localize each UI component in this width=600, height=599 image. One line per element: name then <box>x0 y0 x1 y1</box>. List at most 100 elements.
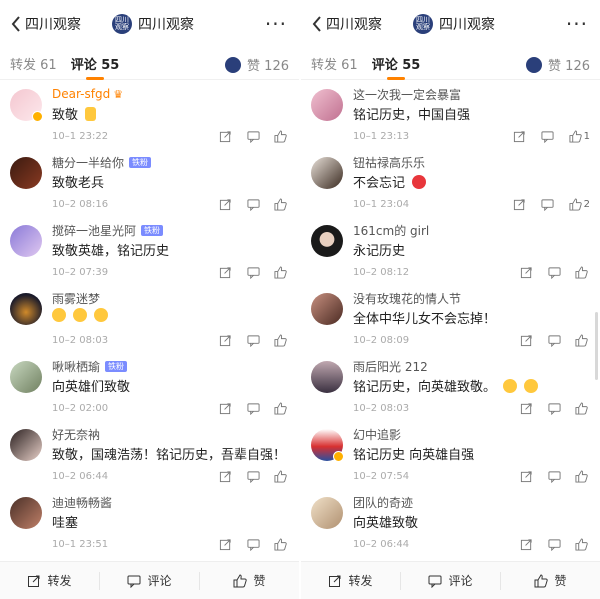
comment-username[interactable]: 雨后阳光 212 <box>353 358 428 375</box>
like-button[interactable] <box>575 537 590 551</box>
comment-text: 铭记历史 向英雄自强 <box>353 448 475 463</box>
avatar[interactable] <box>10 157 42 189</box>
avatar[interactable] <box>311 293 343 325</box>
share-icon[interactable] <box>519 469 533 483</box>
share-icon[interactable] <box>218 197 232 211</box>
comment-username[interactable]: 糖分一半给你 <box>52 154 124 171</box>
reply-icon[interactable] <box>246 537 260 551</box>
likes-count: 赞 126 <box>548 59 590 74</box>
like-button[interactable] <box>274 265 289 279</box>
scrollbar[interactable] <box>595 312 598 380</box>
avatar[interactable] <box>10 429 42 461</box>
account-name: 四川观察 <box>439 17 495 33</box>
comment-username[interactable]: Dear-sfgd <box>52 87 110 101</box>
comment-username[interactable]: 这一次我一定会暴富 <box>353 86 461 103</box>
back-button[interactable]: 四川观察 <box>311 14 382 34</box>
comment-username[interactable]: 啾啾栖瑜 <box>52 358 100 375</box>
likes-tab[interactable]: 赞 126 <box>225 55 289 74</box>
repost-button[interactable]: 转发 <box>0 572 99 589</box>
avatar[interactable] <box>311 497 343 529</box>
share-icon[interactable] <box>218 265 232 279</box>
like-count: 2 <box>583 198 590 210</box>
thumbs-up-icon <box>575 401 588 415</box>
avatar[interactable] <box>10 361 42 393</box>
like-button[interactable] <box>575 469 590 483</box>
comment-username[interactable]: 雨雾迷梦 <box>52 290 100 307</box>
like-button[interactable] <box>575 265 590 279</box>
share-icon[interactable] <box>513 129 527 143</box>
reply-icon[interactable] <box>246 265 260 279</box>
comment-username[interactable]: 幻中追影 <box>353 426 401 443</box>
thumbs-up-icon <box>569 197 582 211</box>
reply-icon[interactable] <box>246 197 260 211</box>
reply-icon[interactable] <box>246 333 260 347</box>
comment-list: 这一次我一定会暴富 铭记历史，中国自强 10–1 23:13 1 钮祜禄高乐乐 … <box>301 81 600 557</box>
reply-icon[interactable] <box>547 537 561 551</box>
avatar[interactable] <box>10 497 42 529</box>
reply-icon[interactable] <box>246 401 260 415</box>
comment-time: 10–2 06:44 <box>353 539 410 550</box>
share-icon[interactable] <box>218 333 232 347</box>
reply-icon[interactable] <box>541 129 555 143</box>
share-icon[interactable] <box>519 265 533 279</box>
like-button[interactable]: 赞 <box>501 572 600 589</box>
avatar[interactable] <box>311 225 343 257</box>
like-button[interactable] <box>575 401 590 415</box>
reply-icon[interactable] <box>547 265 561 279</box>
fan-badge: 铁粉 <box>129 156 152 168</box>
avatar[interactable] <box>10 225 42 257</box>
comment-username[interactable]: 钮祜禄高乐乐 <box>353 154 425 171</box>
share-icon[interactable] <box>218 129 232 143</box>
comment-username[interactable]: 161cm的 girl <box>353 222 429 239</box>
back-button[interactable]: 四川观察 <box>10 14 81 34</box>
comment-icon <box>127 575 141 588</box>
like-button[interactable] <box>274 537 289 551</box>
tab-comment[interactable]: 评论 55 <box>372 54 420 80</box>
like-button[interactable] <box>274 129 289 143</box>
share-icon[interactable] <box>218 469 232 483</box>
share-icon[interactable] <box>519 401 533 415</box>
reply-icon[interactable] <box>547 401 561 415</box>
comment-actions <box>505 333 590 347</box>
share-icon[interactable] <box>519 537 533 551</box>
reply-icon[interactable] <box>246 469 260 483</box>
comment-username[interactable]: 团队的奇迹 <box>353 494 413 511</box>
like-button[interactable] <box>274 333 289 347</box>
reply-icon[interactable] <box>547 469 561 483</box>
avatar[interactable] <box>311 361 343 393</box>
comment-username[interactable]: 没有玫瑰花的情人节 <box>353 290 461 307</box>
share-icon[interactable] <box>218 401 232 415</box>
repost-button[interactable]: 转发 <box>301 572 400 589</box>
reply-icon[interactable] <box>541 197 555 211</box>
account-header[interactable]: 四川观察 四川观察 <box>112 14 194 34</box>
like-button[interactable] <box>274 469 289 483</box>
account-avatar-icon <box>225 56 242 73</box>
comment-button[interactable]: 评论 <box>400 571 501 590</box>
comment-username[interactable]: 好无奈衲 <box>52 426 100 443</box>
avatar[interactable] <box>311 157 343 189</box>
reply-icon[interactable] <box>547 333 561 347</box>
tab-repost[interactable]: 转发 61 <box>10 54 57 73</box>
share-icon[interactable] <box>218 537 232 551</box>
top-bar: 四川观察 四川观察 四川观察 ··· <box>0 0 299 48</box>
avatar[interactable] <box>311 89 343 121</box>
comment-username[interactable]: 迪迪畅畅酱 <box>52 494 112 511</box>
tab-repost[interactable]: 转发 61 <box>311 54 358 73</box>
comment-button[interactable]: 评论 <box>99 571 200 590</box>
reply-icon[interactable] <box>246 129 260 143</box>
like-button[interactable]: 2 <box>569 197 590 211</box>
like-button[interactable]: 1 <box>569 129 590 143</box>
more-menu-button[interactable]: ··· <box>265 12 287 36</box>
like-button[interactable] <box>575 333 590 347</box>
more-menu-button[interactable]: ··· <box>566 12 588 36</box>
like-button[interactable] <box>274 197 289 211</box>
like-button[interactable]: 赞 <box>200 572 299 589</box>
comment-username[interactable]: 搅碎一池星光阿 <box>52 222 136 239</box>
share-icon[interactable] <box>513 197 527 211</box>
like-button[interactable] <box>274 401 289 415</box>
likes-tab[interactable]: 赞 126 <box>526 55 590 74</box>
tab-comment[interactable]: 评论 55 <box>71 54 119 80</box>
share-icon[interactable] <box>519 333 533 347</box>
avatar[interactable] <box>10 293 42 325</box>
account-header[interactable]: 四川观察 四川观察 <box>413 14 495 34</box>
